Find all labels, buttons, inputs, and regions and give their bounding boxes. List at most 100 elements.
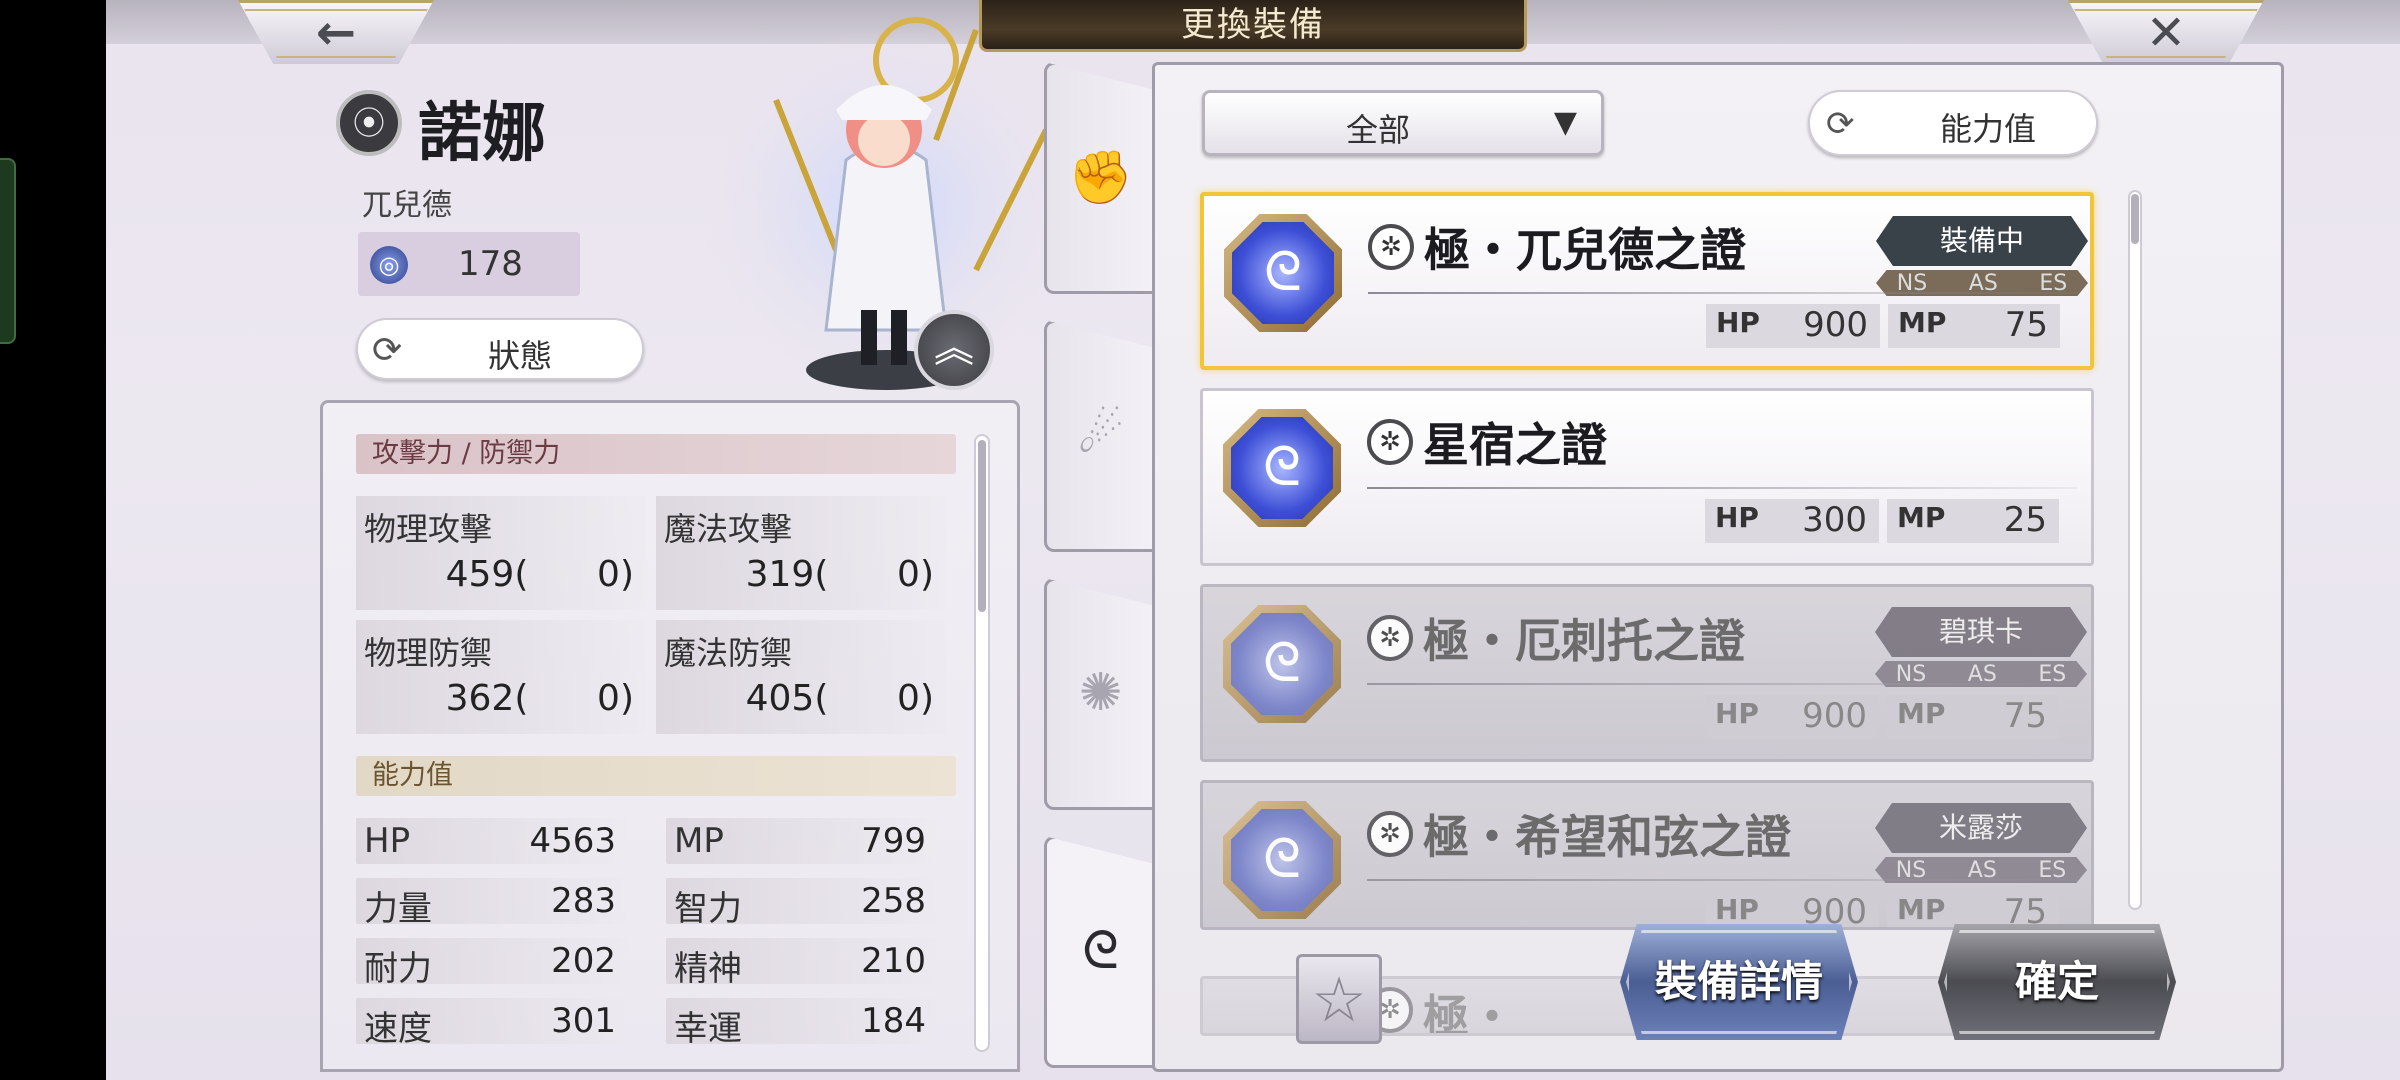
- rank-icon: ✲: [1368, 224, 1414, 270]
- list-scroll-thumb[interactable]: [2131, 194, 2139, 244]
- close-button[interactable]: ✕: [2068, 0, 2264, 64]
- stat-label: HP: [364, 821, 411, 861]
- mp-label: MP: [1897, 893, 1946, 926]
- expand-button[interactable]: ︽: [914, 310, 994, 390]
- hp-stat: HP 900: [1706, 304, 1880, 348]
- stat-value: 283: [551, 881, 616, 921]
- owner-badge: 米露莎: [1875, 803, 2087, 853]
- tab-orb[interactable]: ᘓ: [1044, 836, 1154, 1068]
- stat-value: 405( 0): [745, 678, 934, 719]
- power-swirl-icon: ◎: [370, 246, 408, 284]
- hp-label: HP: [1715, 501, 1759, 534]
- stat-value: 202: [551, 941, 616, 981]
- stat-label: 魔法防禦: [664, 634, 793, 672]
- hp-label: HP: [1715, 893, 1759, 926]
- tab-swirl[interactable]: ☄: [1044, 320, 1154, 552]
- close-icon: ✕: [2145, 5, 2187, 61]
- stat-value: 319( 0): [745, 554, 934, 595]
- mp-stat: MP 25: [1887, 499, 2059, 543]
- tab-fist[interactable]: ✊: [1044, 62, 1154, 294]
- mp-label: MP: [1897, 697, 1946, 730]
- sort-stat-button[interactable]: ⟳ 能力值: [1808, 90, 2098, 156]
- stat-label: 智力: [674, 889, 742, 929]
- chevron-down-icon: ▼: [1553, 105, 1577, 140]
- side-handle[interactable]: [0, 158, 16, 344]
- atk-def-header: 攻擊力 / 防禦力: [356, 434, 956, 474]
- mp-value: 75: [2003, 696, 2047, 736]
- character-class: 兀兒德: [362, 188, 452, 223]
- stats-scroll-thumb[interactable]: [978, 440, 986, 612]
- stat-value: 258: [861, 881, 926, 921]
- hp-value: 900: [1803, 305, 1868, 345]
- favorite-star-button[interactable]: ☆: [1296, 954, 1382, 1044]
- stat-label: 精神: [674, 949, 742, 989]
- confirm-button[interactable]: 確定: [1938, 924, 2176, 1040]
- mp-stat: MP 75: [1887, 695, 2059, 739]
- stat-label: MP: [674, 821, 724, 861]
- rank-icon: ✲: [1367, 811, 1413, 857]
- refresh-icon: ⟳: [1826, 104, 1855, 144]
- hp-stat: HP 300: [1705, 499, 1879, 543]
- stat-label: 幸運: [674, 1009, 742, 1049]
- item-name: 極・兀兒德之證: [1424, 223, 1746, 277]
- fist-icon: ✊: [1068, 148, 1133, 208]
- filter-dropdown[interactable]: 全部 ▼: [1202, 90, 1604, 156]
- mp-stat: MP 75: [1888, 304, 2060, 348]
- equipment-detail-button[interactable]: 裝備詳情: [1620, 924, 1858, 1040]
- list-scrollbar[interactable]: [2128, 190, 2142, 910]
- filter-label: 全部: [1345, 111, 1410, 149]
- stat-label: 耐力: [364, 949, 432, 989]
- stats-scrollbar[interactable]: [974, 434, 990, 1052]
- orb-icon: ᘓ: [1082, 921, 1119, 981]
- character-name: 諾娜: [418, 96, 546, 171]
- status-button[interactable]: ⟳ 狀態: [356, 318, 644, 380]
- item-name: 極・: [1423, 990, 1515, 1036]
- status-button-label: 狀態: [487, 337, 552, 375]
- intelligence-stat: 智力 258: [666, 878, 936, 929]
- equipment-category-tabs: ✊ ☄ ✺ ᘓ: [1044, 62, 1154, 1072]
- swirl-icon: ☄: [1077, 405, 1124, 465]
- mp-label: MP: [1898, 306, 1947, 339]
- owner-badge: 碧琪卡: [1875, 607, 2087, 657]
- stat-value: 301: [551, 1001, 616, 1041]
- stat-label: 物理防禦: [364, 634, 493, 672]
- stat-label: 力量: [364, 889, 432, 929]
- equipment-item[interactable]: ᘓ ✲ 極・希望和弦之證 米露莎 NS AS ES HP 900 MP 75: [1200, 780, 2094, 930]
- class-icon: ⦿: [336, 90, 402, 156]
- equipment-item[interactable]: ᘓ ✲ 星宿之證 HP 300 MP 25: [1200, 388, 2094, 566]
- hp-stat: HP 4563: [356, 818, 626, 864]
- stat-label: 物理攻擊: [364, 510, 493, 548]
- power-display: ◎ 178: [358, 232, 580, 296]
- stat-value: 459( 0): [445, 554, 634, 595]
- stat-value: 799: [861, 821, 926, 861]
- mp-value: 75: [2004, 305, 2048, 345]
- stat-label: 魔法攻擊: [664, 510, 793, 548]
- back-button[interactable]: ←: [238, 0, 434, 64]
- item-name: 極・厄刺托之證: [1423, 614, 1745, 668]
- item-name: 星宿之證: [1423, 418, 1607, 472]
- hp-stat: HP 900: [1705, 695, 1879, 739]
- sort-label: 能力值: [1939, 110, 2036, 148]
- hp-label: HP: [1716, 306, 1760, 339]
- game-screen: ← ✕ 更換裝備 ⦿ 諾娜 兀兒德 ◎ 178 ⟳ 狀態 ︽ 攻擊力 / 防禦力…: [106, 0, 2400, 1080]
- rank-icon: ✲: [1367, 419, 1413, 465]
- mp-label: MP: [1897, 501, 1946, 534]
- stat-value: 184: [861, 1001, 926, 1041]
- hp-value: 300: [1802, 500, 1867, 540]
- equipment-item[interactable]: ᘓ ✲ 極・厄刺托之證 碧琪卡 NS AS ES HP 900 MP 75: [1200, 584, 2094, 762]
- divider: [1367, 879, 2077, 881]
- spirit-stat: 精神 210: [666, 938, 936, 989]
- endurance-stat: 耐力 202: [356, 938, 626, 989]
- ability-header: 能力值: [356, 756, 956, 796]
- magic-defense-cell: 魔法防禦 405( 0): [656, 620, 946, 734]
- rank-icon: ✲: [1367, 615, 1413, 661]
- stat-value: 362( 0): [445, 678, 634, 719]
- equipment-item[interactable]: ᘓ ✲ 極・兀兒德之證 裝備中 NS AS ES HP 900 MP 75: [1200, 192, 2094, 370]
- owner-badge: 裝備中: [1876, 216, 2088, 266]
- star-burst-icon: ✺: [1078, 663, 1123, 723]
- tab-star-burst[interactable]: ✺: [1044, 578, 1154, 810]
- divider: [1367, 683, 2077, 685]
- divider: [1367, 487, 2077, 489]
- power-value: 178: [458, 244, 523, 284]
- speed-stat: 速度 301: [356, 998, 626, 1049]
